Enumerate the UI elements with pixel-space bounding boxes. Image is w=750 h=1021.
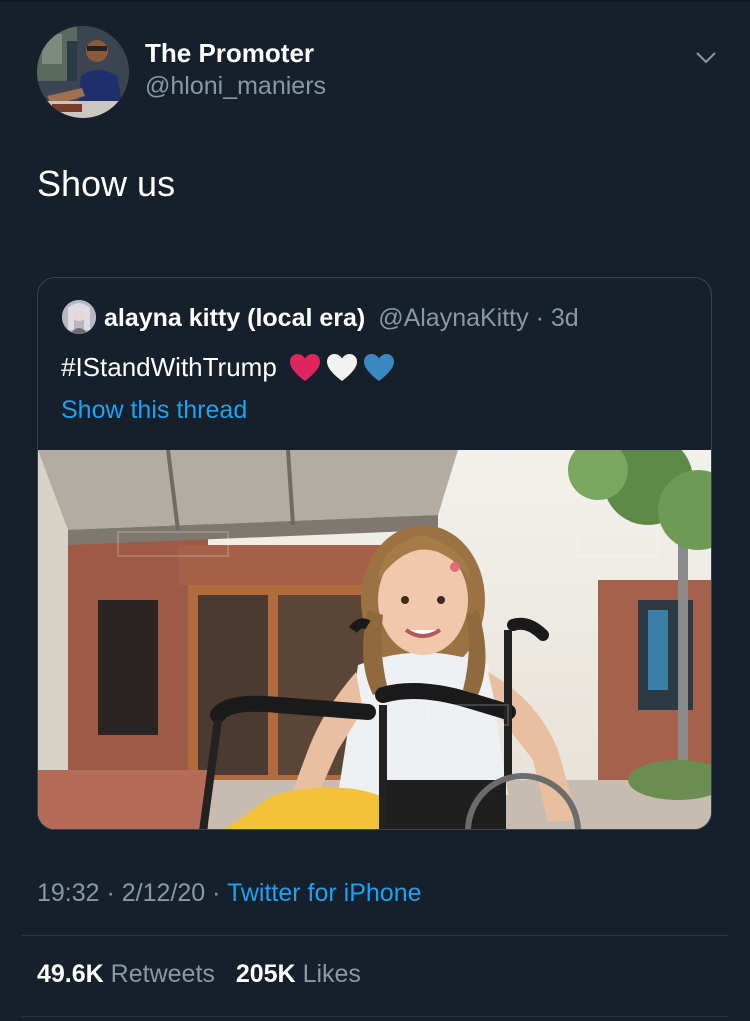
tweet-text: Show us [37,163,176,204]
quoted-age: 3d [550,304,579,332]
divider [22,935,728,936]
quoted-tweet[interactable]: alayna kitty (local era) @AlaynaKitty · … [37,277,712,830]
top-edge [0,0,750,2]
meta-separator-1: · [99,879,122,907]
author-handle[interactable]: @hloni_maniers [145,72,326,101]
photo-girl-in-wheelchair-icon [38,450,711,829]
divider [22,1016,728,1017]
quoted-header: alayna kitty (local era) @AlaynaKitty · … [104,304,579,333]
quoted-avatar-icon [62,300,96,334]
tweet-time[interactable]: 19:32 [37,879,100,907]
red-heart-icon [289,353,320,381]
quoted-handle[interactable]: @AlaynaKitty [378,304,528,332]
retweets-count: 49.6K [37,960,104,988]
author-display-name[interactable]: The Promoter [145,38,314,69]
likes-stat[interactable]: 205K Likes [236,960,361,988]
tweet-detail: The Promoter @hloni_maniers Show us alay… [0,0,750,1021]
likes-label: Likes [302,960,361,988]
tweet-meta: 19:32 · 2/12/20 · Twitter for iPhone [37,879,422,908]
quoted-media-photo[interactable] [38,450,711,829]
chevron-down-icon[interactable] [694,50,718,66]
quoted-display-name[interactable]: alayna kitty (local era) [104,304,365,332]
blue-heart-icon [363,353,394,381]
avatar-photo-icon [37,26,129,118]
tweet-date[interactable]: 2/12/20 [122,879,205,907]
retweets-label: Retweets [110,960,215,988]
author-avatar[interactable] [37,26,129,118]
quoted-text-row: #IStandWithTrump [61,352,395,383]
retweets-stat[interactable]: 49.6K Retweets [37,960,215,988]
tweet-stats: 49.6K Retweets 205K Likes [37,960,361,989]
meta-separator-2: · [205,879,227,907]
likes-count: 205K [235,960,296,988]
quoted-author-avatar [62,300,96,334]
emoji-hearts [289,353,395,383]
tweet-source-link[interactable]: Twitter for iPhone [227,879,422,907]
white-heart-icon [326,353,357,381]
show-thread-link[interactable]: Show this thread [61,396,247,425]
quoted-separator: · [528,304,551,332]
quoted-hashtag[interactable]: #IStandWithTrump [61,352,277,383]
